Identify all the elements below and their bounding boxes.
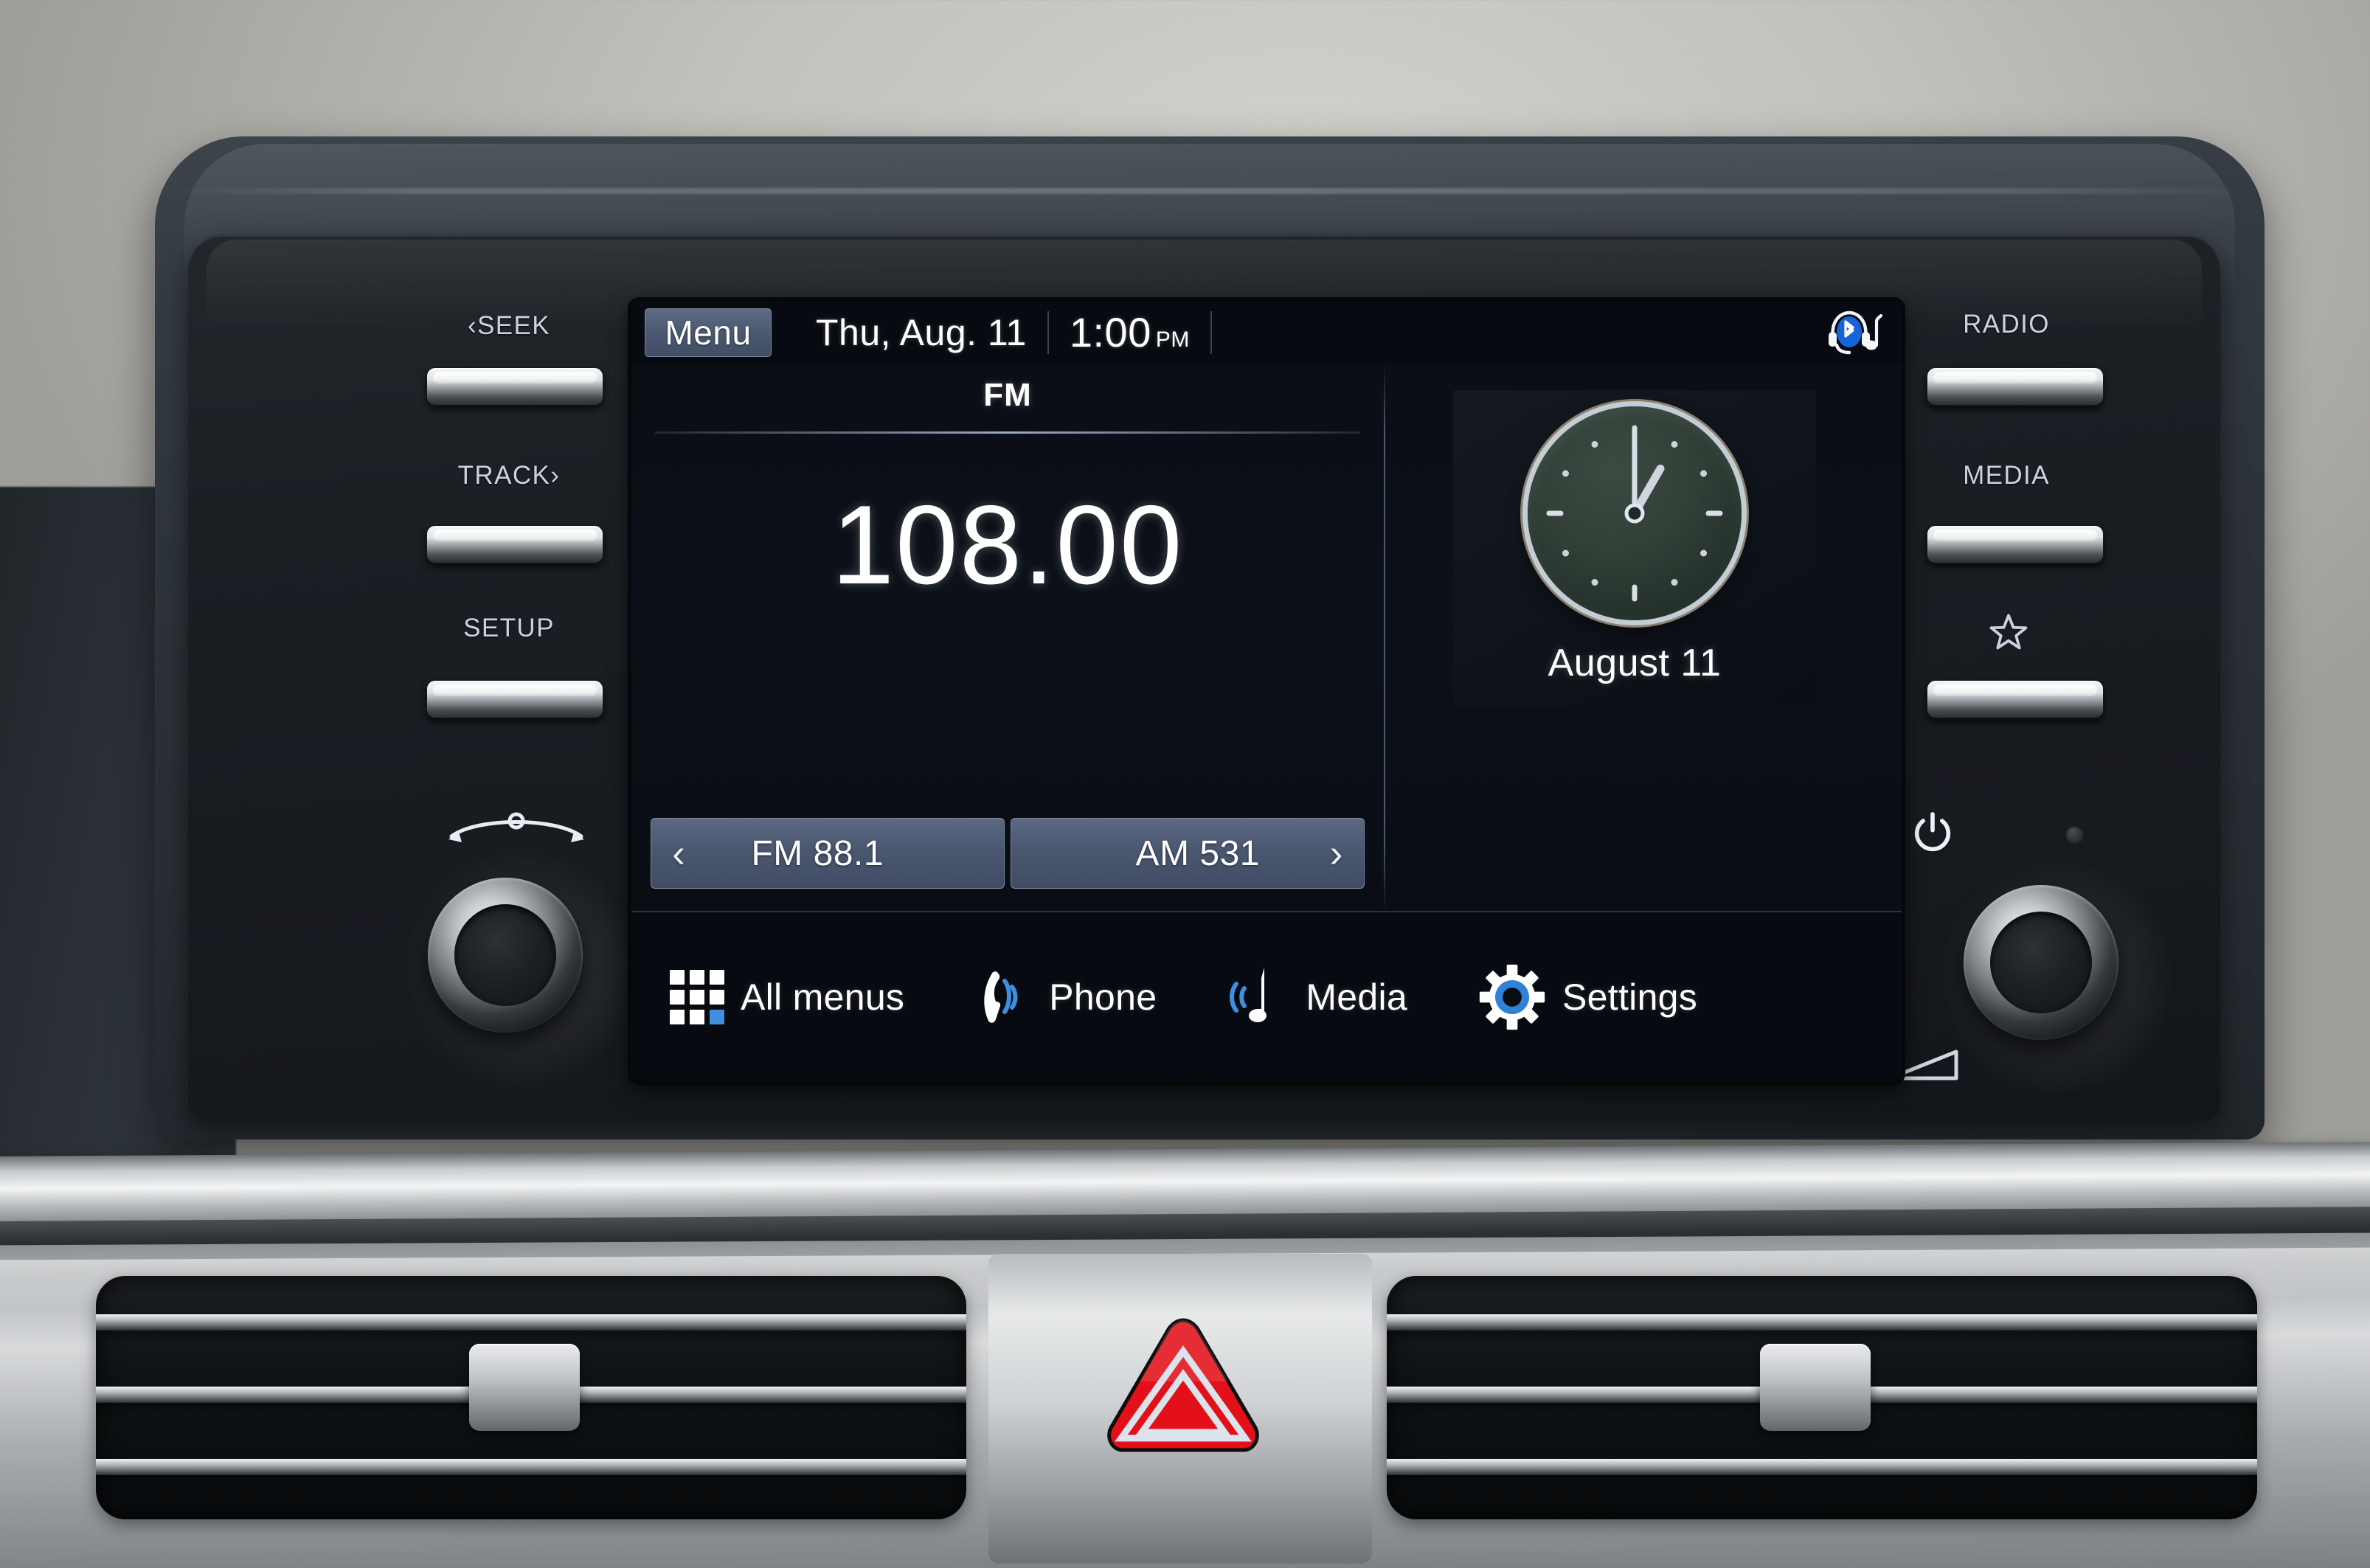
power-volume-knob-center[interactable]: [1990, 912, 2092, 1013]
preset-row: ‹ FM 88.1 AM 531 ›: [651, 818, 1365, 889]
clock-widget[interactable]: August 11: [1453, 390, 1816, 707]
all-menus-button[interactable]: All menus: [670, 969, 905, 1024]
media-button-label: MEDIA: [1963, 461, 2050, 490]
status-divider-2: [1210, 311, 1212, 354]
status-time: 1:00 PM: [1070, 308, 1190, 356]
clock-widget-pane[interactable]: August 11: [1385, 364, 1902, 911]
hazard-triangle-icon: [1107, 1318, 1259, 1452]
clock-widget-date: August 11: [1548, 642, 1722, 684]
seek-button-label: ‹SEEK: [467, 311, 551, 340]
ir-sensor-dot: [2065, 825, 2085, 844]
phone-handset-icon: [984, 971, 1018, 1023]
air-vent-right[interactable]: [1387, 1276, 2257, 1519]
infotainment-screen[interactable]: Menu Thu, Aug. 11 1:00 PM FM 108.00 ‹ FM…: [631, 301, 1902, 1081]
power-icon: [1914, 812, 1951, 852]
radio-pane[interactable]: FM 108.00 ‹ FM 88.1 AM 531 ›: [631, 364, 1384, 911]
media-label: Media: [1306, 976, 1408, 1018]
grid-icon: [670, 969, 724, 1024]
tune-knob[interactable]: [428, 878, 583, 1033]
favorites-button[interactable]: [1927, 680, 2104, 718]
track-button[interactable]: [426, 525, 603, 563]
hazard-warning-button[interactable]: [1099, 1311, 1267, 1459]
air-vent-left[interactable]: [96, 1276, 966, 1519]
star-favorite-icon: [1989, 614, 2028, 650]
bluetooth-audio-headset-icon: [1829, 311, 1882, 354]
track-button-label: TRACK›: [457, 461, 561, 490]
gear-icon: [1479, 964, 1545, 1030]
analog-clock-face: [1528, 406, 1742, 620]
status-time-value: 1:00: [1069, 309, 1151, 355]
bottom-toolbar: All menus Phone Media Settings: [631, 911, 1902, 1081]
band-divider-rule: [655, 431, 1360, 434]
radio-band-label: FM: [983, 377, 1032, 413]
setup-button-label: SETUP: [463, 614, 555, 642]
status-date: Thu, Aug. 11: [816, 311, 1027, 353]
preset-prev-arrow-icon[interactable]: ‹: [672, 830, 685, 876]
media-button[interactable]: Media: [1222, 963, 1407, 1031]
radio-button[interactable]: [1927, 367, 2104, 406]
seek-button[interactable]: [426, 367, 603, 406]
preset-fm-button[interactable]: ‹ FM 88.1: [651, 818, 1005, 889]
preset-fm-label: FM 88.1: [751, 833, 884, 873]
air-vent-right-dial[interactable]: [1760, 1344, 1871, 1431]
preset-am-button[interactable]: AM 531 ›: [1011, 818, 1365, 889]
main-content: FM 108.00 ‹ FM 88.1 AM 531 › August 11: [631, 364, 1902, 911]
clock-hands-and-ticks: [1546, 425, 1723, 602]
status-bar: Menu Thu, Aug. 11 1:00 PM: [631, 301, 1902, 364]
setup-button[interactable]: [426, 680, 603, 718]
status-time-ampm: PM: [1155, 327, 1190, 352]
air-vent-left-dial[interactable]: [469, 1344, 580, 1431]
status-indicators: [1825, 308, 1902, 357]
radio-frequency: 108.00: [831, 482, 1184, 608]
tune-knob-center[interactable]: [454, 904, 556, 1006]
power-volume-knob[interactable]: [1964, 885, 2118, 1040]
status-divider-1: [1047, 311, 1049, 354]
radio-button-label: RADIO: [1963, 310, 2050, 339]
all-menus-label: All menus: [741, 976, 905, 1018]
preset-am-label: AM 531: [1135, 833, 1260, 873]
phone-button[interactable]: Phone: [971, 966, 1157, 1028]
menu-button[interactable]: Menu: [645, 308, 772, 357]
settings-button[interactable]: Settings: [1478, 963, 1697, 1031]
media-button[interactable]: [1927, 525, 2104, 563]
music-note-icon: [1230, 967, 1267, 1022]
preset-next-arrow-icon[interactable]: ›: [1330, 830, 1343, 876]
phone-label: Phone: [1049, 976, 1157, 1018]
rotate-arc-icon: [448, 812, 584, 842]
settings-label: Settings: [1562, 976, 1698, 1018]
hood-edge-highlight: [168, 188, 2256, 194]
